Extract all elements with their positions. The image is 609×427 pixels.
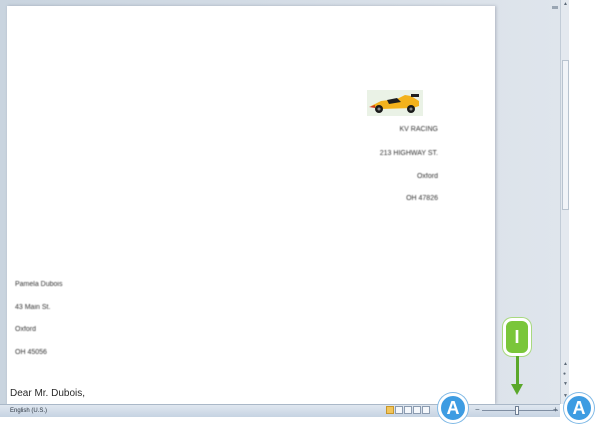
recipient-line-1: Pamela Dubois [15,281,63,288]
scroll-up-arrow-icon[interactable]: ▲ [563,2,568,7]
zoom-in-callout-badge: A [564,393,594,423]
callout-arrow-head [511,384,523,395]
select-browse-object-icon[interactable]: ● [563,372,568,377]
recipient-line-2: 43 Main St. [15,304,51,311]
right-margin [569,0,609,427]
callout-arrow [516,356,519,386]
recipient-line-3: Oxford [15,326,37,333]
scroll-thumb[interactable] [562,60,569,210]
zoom-slider-thumb[interactable] [515,406,519,415]
race-car-image[interactable] [367,90,423,116]
zoom-in-icon[interactable]: + [553,405,558,415]
previous-page-icon[interactable]: ▲ [563,362,568,367]
print-layout-view-icon[interactable] [386,406,394,414]
status-bar: English (U.S.) − + [0,404,560,417]
view-buttons [386,406,432,415]
zoom-out-callout-badge: A [438,393,468,423]
ruler-marker [552,6,558,9]
sender-line-4: OH 47826 [406,195,438,202]
draft-view-icon[interactable] [422,406,430,414]
document-workspace: KV RACING 213 HIGHWAY ST. Oxford OH 4782… [0,0,560,404]
web-layout-view-icon[interactable] [404,406,412,414]
recipient-line-4: OH 45056 [15,349,47,356]
zoom-out-icon[interactable]: − [475,405,480,415]
word-window: KV RACING 213 HIGHWAY ST. Oxford OH 4782… [0,0,609,427]
zoom-slider-track[interactable] [482,410,558,411]
language-indicator[interactable]: English (U.S.) [10,406,47,416]
sender-line-2: 213 HIGHWAY ST. [379,150,438,157]
step-callout-badge: I [503,318,531,356]
document-page[interactable]: KV RACING 213 HIGHWAY ST. Oxford OH 4782… [7,6,495,404]
outline-view-icon[interactable] [413,406,421,414]
sender-line-3: Oxford [416,173,438,180]
full-screen-reading-view-icon[interactable] [395,406,403,414]
sender-line-1: KV RACING [399,126,438,133]
next-page-icon[interactable]: ▼ [563,382,568,387]
salutation: Dear Mr. Dubois, [10,388,86,399]
